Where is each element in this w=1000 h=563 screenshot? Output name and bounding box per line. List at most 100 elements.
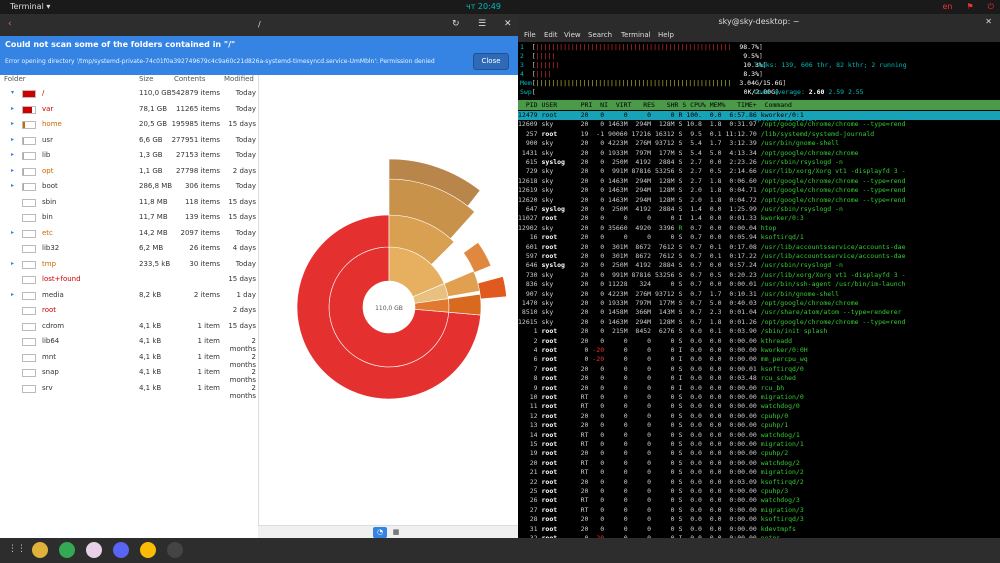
close-button[interactable]: Close (473, 53, 509, 70)
expander-icon[interactable]: ▸ (11, 105, 14, 112)
folder-row[interactable]: mnt 4,1 kB 1 item 2 months (0, 351, 258, 369)
folder-row[interactable]: ▸ etc 14,2 MB 2097 items Today (0, 227, 258, 242)
folder-row[interactable]: ▸ opt 1,1 GB 27798 items 2 days (0, 165, 258, 180)
segment-other-child[interactable] (448, 293, 482, 316)
process-row[interactable]: 900 sky 20 0 4223M 276M 93712 S 5.4 1.7 … (518, 139, 1000, 148)
expander-icon[interactable]: ▸ (11, 120, 14, 127)
expander-icon[interactable]: ▸ (11, 229, 14, 236)
process-row[interactable]: 2 root 20 0 0 0 0 S 0.0 0.0 0:00.00 kthr… (518, 337, 1000, 346)
folder-row[interactable]: srv 4,1 kB 1 item 2 months (0, 382, 258, 400)
expander-icon[interactable]: ▸ (11, 151, 14, 158)
process-row[interactable]: 22 root 20 0 0 0 0 S 0.0 0.0 0:03.09 kso… (518, 478, 1000, 487)
close-icon[interactable]: ✕ (504, 19, 512, 29)
files-icon[interactable] (32, 542, 48, 558)
col-size[interactable]: Size (139, 75, 153, 83)
process-row[interactable]: 257 root 19 -1 90060 17216 16312 S 9.5 0… (518, 130, 1000, 139)
process-row[interactable]: 11027 root 20 0 0 0 0 I 1.4 0.0 0:01.33 … (518, 214, 1000, 223)
app-menu[interactable]: Terminal ▾ (10, 0, 50, 14)
folder-row[interactable]: snap 4,1 kB 1 item 2 months (0, 366, 258, 384)
apps-grid-icon[interactable]: ⋮⋮ (8, 544, 26, 556)
rings-view-button[interactable]: ◔ (373, 527, 387, 538)
folder-row[interactable]: ▸ var 78,1 GB 11265 items Today (0, 103, 258, 118)
clock[interactable]: чт 20:49 (466, 0, 501, 14)
process-row[interactable]: 597 root 20 0 301M 8672 7612 S 0.7 0.1 0… (518, 252, 1000, 261)
terminal-close-icon[interactable]: ✕ (985, 17, 992, 26)
process-row[interactable]: 20 root RT 0 0 0 0 S 0.0 0.0 0:00.00 wat… (518, 459, 1000, 468)
discord-icon[interactable] (113, 542, 129, 558)
process-row[interactable]: 1 root 20 0 215M 8452 6276 S 0.0 0.1 0:0… (518, 327, 1000, 336)
folder-row[interactable]: cdrom 4,1 kB 1 item 15 days (0, 320, 258, 335)
folder-row[interactable]: lost+found 15 days (0, 273, 258, 288)
process-row[interactable]: 12618 sky 20 0 1463M 294M 128M S 2.7 1.8… (518, 177, 1000, 186)
process-row[interactable]: 12620 sky 20 0 1463M 294M 128M S 2.0 1.8… (518, 196, 1000, 205)
process-row[interactable]: 15 root RT 0 0 0 0 S 0.0 0.0 0:00.00 mig… (518, 440, 1000, 449)
process-row[interactable]: 26 root RT 0 0 0 0 S 0.0 0.0 0:00.00 wat… (518, 496, 1000, 505)
app-icon[interactable] (86, 542, 102, 558)
menu-edit[interactable]: Edit (544, 31, 558, 39)
status-area[interactable]: en ⚑ ⏻ (929, 0, 995, 14)
process-row[interactable]: 12619 sky 20 0 1463M 294M 128M S 2.0 1.8… (518, 186, 1000, 195)
process-row[interactable]: 836 sky 20 0 11228 324 0 S 0.7 0.0 0:00.… (518, 280, 1000, 289)
folder-row[interactable]: ▸ boot 286,8 MB 306 items Today (0, 180, 258, 195)
col-modified[interactable]: Modified (224, 75, 254, 83)
process-row[interactable]: 729 sky 20 0 991M 87816 53256 S 2.7 0.5 … (518, 167, 1000, 176)
expander-icon[interactable]: ▸ (11, 260, 14, 267)
process-row[interactable]: 12609 sky 20 0 1463M 294M 128M S 10.8 1.… (518, 120, 1000, 129)
back-icon[interactable]: ‹ (8, 19, 12, 29)
folder-row[interactable]: ▾ / 110,0 GB 542879 items Today (0, 87, 258, 102)
process-row[interactable]: 4 root 0 -20 0 0 0 I 0.0 0.0 0:00.00 kwo… (518, 346, 1000, 355)
process-row[interactable]: 12615 sky 20 0 1463M 294M 128M S 0.7 1.8… (518, 318, 1000, 327)
process-row[interactable]: 1470 sky 20 0 1933M 797M 177M S 0.7 5.0 … (518, 299, 1000, 308)
network-icon[interactable]: ⚑ (967, 2, 974, 11)
expander-icon[interactable]: ▸ (11, 167, 14, 174)
process-row[interactable]: 615 syslog 20 0 250M 4192 2884 S 2.7 0.0… (518, 158, 1000, 167)
process-row[interactable]: 8 root 20 0 0 0 0 I 0.0 0.0 0:03.48 rcu_… (518, 374, 1000, 383)
process-row[interactable]: 601 root 20 0 301M 8672 7612 S 0.7 0.1 0… (518, 243, 1000, 252)
folder-row[interactable]: ▸ home 20,5 GB 195985 items 15 days (0, 118, 258, 133)
menu-view[interactable]: View (564, 31, 581, 39)
expander-icon[interactable]: ▸ (11, 136, 14, 143)
process-row[interactable]: 25 root 20 0 0 0 0 S 0.0 0.0 0:00.00 cpu… (518, 487, 1000, 496)
process-row[interactable]: 12902 sky 20 0 35660 4920 3396 R 0.7 0.0… (518, 224, 1000, 233)
folder-row[interactable]: lib64 4,1 kB 1 item 2 months (0, 335, 258, 353)
folder-row[interactable]: ▸ media 8,2 kB 2 items 1 day (0, 289, 258, 304)
menu-file[interactable]: File (524, 31, 536, 39)
folder-row[interactable]: ▸ tmp 233,5 kB 30 items Today (0, 258, 258, 273)
segment-small-1[interactable] (477, 276, 507, 300)
process-row[interactable]: 14 root RT 0 0 0 0 S 0.0 0.0 0:00.00 wat… (518, 431, 1000, 440)
expander-icon[interactable]: ▸ (11, 291, 14, 298)
refresh-icon[interactable]: ↻ (452, 19, 460, 29)
ring-chart[interactable]: 110,0 GB (259, 75, 519, 525)
folder-row[interactable]: ▸ lib 1,3 GB 27153 items Today (0, 149, 258, 164)
process-row[interactable]: 12479 root 20 0 0 0 0 R 100. 0.0 6:57.86… (518, 111, 1000, 121)
process-row[interactable]: 8510 sky 20 0 1458M 366M 143M S 0.7 2.3 … (518, 308, 1000, 317)
process-row[interactable]: 28 root 20 0 0 0 0 S 0.0 0.0 0:00.00 kso… (518, 515, 1000, 524)
process-row[interactable]: 27 root RT 0 0 0 0 S 0.0 0.0 0:00.00 mig… (518, 506, 1000, 515)
process-row[interactable]: 12 root 20 0 0 0 0 S 0.0 0.0 0:00.00 cpu… (518, 412, 1000, 421)
process-row[interactable]: 7 root 20 0 0 0 0 S 0.0 0.0 0:00.01 ksof… (518, 365, 1000, 374)
process-row[interactable]: 647 syslog 20 0 250M 4192 2884 S 1.4 0.0… (518, 205, 1000, 214)
process-row[interactable]: 19 root 20 0 0 0 0 S 0.0 0.0 0:00.00 cpu… (518, 449, 1000, 458)
process-row[interactable]: 730 sky 20 0 991M 87816 53256 S 0.7 0.5 … (518, 271, 1000, 280)
process-row[interactable]: 1431 sky 20 0 1933M 797M 177M S 5.4 5.0 … (518, 149, 1000, 158)
chrome2-icon[interactable] (140, 542, 156, 558)
process-row[interactable]: 21 root RT 0 0 0 0 S 0.0 0.0 0:00.00 mig… (518, 468, 1000, 477)
process-row[interactable]: 16 root 20 0 0 0 0 S 0.7 0.0 0:05.94 kso… (518, 233, 1000, 242)
menu-terminal[interactable]: Terminal (621, 31, 651, 39)
process-row[interactable]: 907 sky 20 0 4223M 276M 93712 S 0.7 1.7 … (518, 290, 1000, 299)
expander-icon[interactable]: ▸ (11, 182, 14, 189)
process-row[interactable]: 10 root RT 0 0 0 0 S 0.0 0.0 0:00.00 mig… (518, 393, 1000, 402)
menu-help[interactable]: Help (658, 31, 674, 39)
folder-row[interactable]: sbin 11,8 MB 118 items 15 days (0, 196, 258, 211)
folder-row[interactable]: bin 11,7 MB 139 items 15 days (0, 211, 258, 226)
process-header[interactable]: PID USER PRI NI VIRT RES SHR S CPU% MEM%… (518, 100, 1000, 110)
terminal-icon[interactable] (167, 542, 183, 558)
process-row[interactable]: 31 root 20 0 0 0 0 S 0.0 0.0 0:00.00 kde… (518, 525, 1000, 534)
treemap-view-button[interactable]: ▦ (389, 527, 403, 538)
power-icon[interactable]: ⏻ (988, 2, 994, 11)
expander-icon[interactable]: ▾ (11, 89, 14, 96)
language-indicator[interactable]: en (943, 2, 953, 11)
menu-search[interactable]: Search (588, 31, 612, 39)
process-row[interactable]: 13 root 20 0 0 0 0 S 0.0 0.0 0:00.00 cpu… (518, 421, 1000, 430)
segment-usr-child[interactable] (443, 270, 480, 297)
